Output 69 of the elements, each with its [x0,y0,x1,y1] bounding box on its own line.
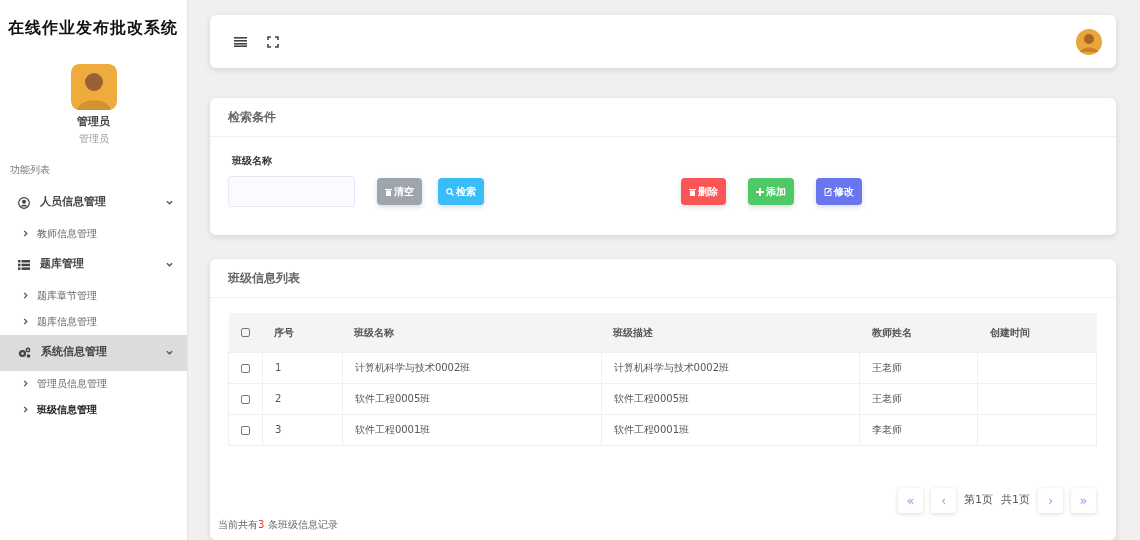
clear-button[interactable]: 清空 [377,178,422,205]
column-header: 序号 [262,313,343,352]
checkbox[interactable] [240,328,250,338]
menu-item[interactable]: 班级信息管理 [0,396,187,423]
trash-icon [689,187,696,196]
list-icon [18,259,30,270]
table-cell: 软件工程0005班 [613,393,689,404]
add-button[interactable]: 添加 [748,178,794,205]
record-count: 当前共有3 条班级信息记录 [218,517,339,532]
delete-button[interactable]: 删除 [681,178,726,205]
column-header: 教师姓名 [859,313,978,352]
menu-heading: 功能列表 [9,162,51,177]
table-cell: 2 [274,393,282,404]
menu-item[interactable]: 题库信息管理 [0,308,187,335]
menu-group[interactable]: 题库管理 [0,246,187,283]
menu-item[interactable]: 管理员信息管理 [0,370,187,397]
edit-icon [824,187,832,196]
field-label: 班级名称 [231,154,273,168]
user-icon [18,196,30,209]
last-page-button[interactable]: » [1071,487,1096,513]
trash-icon [385,187,392,196]
chevron-down-icon [166,199,173,206]
table-cell: 软件工程0005班 [354,393,431,404]
table-cell: 李老师 [872,424,903,435]
search-button[interactable]: 检索 [438,178,484,205]
chevron-down-icon [166,349,173,356]
menu-item[interactable]: 题库章节管理 [0,282,187,309]
chevron-right-icon [22,230,29,237]
checkbox[interactable] [240,425,250,435]
menu-group[interactable]: 人员信息管理 [0,184,187,221]
user-role: 管理员 [78,131,109,146]
table-cell: 1 [274,362,282,373]
chevron-right-icon [22,318,29,325]
search-field[interactable] [228,176,355,207]
page-number: 第1页 [964,491,993,508]
table-cell: 王老师 [872,362,903,373]
first-page-button[interactable]: « [898,487,923,513]
table-cell: 3 [274,424,282,435]
avatar [70,64,117,110]
menu-item[interactable]: 教师信息管理 [0,220,187,247]
checkbox[interactable] [240,394,250,404]
column-header: 创建时间 [977,313,1097,352]
table-cell: 王老师 [872,393,903,404]
app-title: 在线作业发布批改系统 [7,17,179,39]
gears-icon [18,347,31,358]
avatar[interactable] [1076,28,1102,55]
column-header: 班级名称 [342,313,602,352]
chevron-right-icon [22,406,29,413]
edit-button[interactable]: 修改 [816,178,862,205]
panel-title: 检索条件 [210,98,1116,137]
fullscreen-icon[interactable] [267,35,279,48]
chevron-right-icon [22,292,29,299]
next-page-button[interactable]: › [1038,487,1063,513]
search-icon [446,187,454,196]
plus-icon [756,187,764,196]
table-cell: 计算机科学与技术0002班 [354,362,471,373]
chevron-right-icon [22,380,29,387]
panel-title: 班级信息列表 [210,259,1116,298]
menu-group[interactable]: 系统信息管理 [0,334,187,371]
user-name: 管理员 [77,114,110,130]
table-cell: 软件工程0001班 [613,424,689,435]
table-cell: 软件工程0001班 [354,424,431,435]
chevron-down-icon [166,261,173,268]
column-header: 班级描述 [601,313,860,352]
menu-icon[interactable] [234,36,247,47]
page-total: 共1页 [1001,491,1030,508]
table-cell: 计算机科学与技术0002班 [613,362,729,373]
previous-page-button[interactable]: ‹ [931,487,956,513]
checkbox[interactable] [240,363,250,373]
